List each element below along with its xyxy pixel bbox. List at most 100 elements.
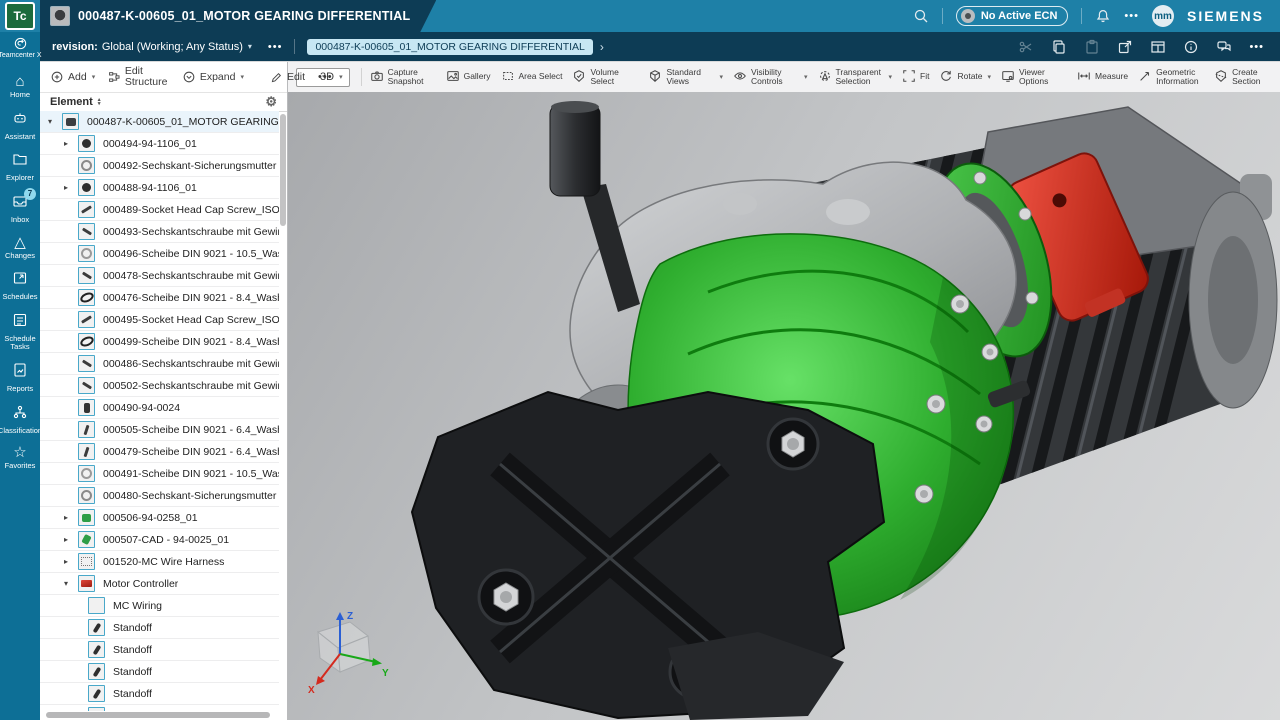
tree-row-partial[interactable] [40, 705, 279, 711]
visibility-controls-button[interactable]: Visibility Controls▾ [728, 62, 813, 92]
sidebar-item-classification[interactable]: Classification [0, 399, 40, 441]
tree-row[interactable]: Motor Controller [40, 573, 279, 595]
orientation-triad[interactable]: Z Y X [300, 606, 392, 694]
explorer-icon [12, 151, 28, 172]
tree-vertical-scrollbar[interactable] [280, 114, 286, 226]
open-in-icon[interactable] [1117, 39, 1133, 55]
tree-row[interactable]: 000479-Scheibe DIN 9021 - 6.4_Washer DIN… [40, 441, 279, 463]
tree-more-icon[interactable]: ••• [318, 71, 333, 83]
gallery-button[interactable]: Gallery [441, 62, 496, 92]
caret-collapsed-icon[interactable] [64, 535, 78, 544]
edit-button[interactable]: Edit [270, 71, 305, 84]
app-logo[interactable]: Tc [0, 0, 40, 32]
camera-icon [370, 69, 384, 85]
caret-collapsed-icon[interactable] [64, 183, 78, 192]
tree-column-header[interactable]: Element ▴▾ ⚙ [40, 93, 287, 112]
sidebar-item-schedule-tasks[interactable]: Schedule Tasks [0, 307, 40, 357]
tree-row[interactable]: 000492-Sechskant-Sicherungsmutter ISO 70… [40, 155, 279, 177]
measure-button[interactable]: Measure [1072, 62, 1133, 92]
tree-row[interactable]: 000486-Sechskantschraube mit Gewinde bis… [40, 353, 279, 375]
tree-row[interactable]: 000495-Socket Head Cap Screw_ISO_ISO 476… [40, 309, 279, 331]
layout-icon[interactable] [1150, 39, 1166, 55]
sidebar-item-assistant[interactable]: Assistant [0, 105, 40, 147]
caret-collapsed-icon[interactable] [64, 139, 78, 148]
transparent-selection-button[interactable]: Transparent Selection▾ [813, 62, 898, 92]
active-object-tab[interactable]: 000487-K-00605_01_MOTOR GEARING DIFFEREN… [40, 0, 436, 32]
user-avatar[interactable]: mm [1152, 5, 1174, 27]
tree-row[interactable]: 000494-94-1106_01 [40, 133, 279, 155]
inbox-badge: 7 [24, 188, 36, 200]
area-select-button[interactable]: Area Select [496, 62, 568, 92]
tree-row[interactable]: Standoff [40, 683, 279, 705]
tree-row[interactable]: 000480-Sechskant-Sicherungsmutter ISO 70… [40, 485, 279, 507]
info-icon[interactable] [1183, 39, 1199, 55]
expand-button[interactable]: Expand▾ [182, 70, 244, 84]
tree-row[interactable]: 000493-Sechskantschraube mit Gewinde bis… [40, 221, 279, 243]
tree-row[interactable]: 000487-K-00605_01_MOTOR GEARING DIFFEREN… [40, 111, 279, 133]
standard-views-button[interactable]: Standard Views▾ [643, 62, 728, 92]
3d-model[interactable] [288, 92, 1280, 720]
caret-expanded-icon[interactable] [64, 579, 78, 588]
tree-row[interactable]: 000505-Scheibe DIN 9021 - 6.4_Washer DIN… [40, 419, 279, 441]
motor-controller-icon [78, 575, 95, 592]
comments-icon[interactable] [1216, 39, 1232, 55]
chevron-down-icon: ▾ [804, 73, 808, 81]
copy-icon[interactable] [1051, 39, 1067, 55]
nut-icon [78, 487, 95, 504]
washer-icon [78, 465, 95, 482]
sidebar-item-inbox[interactable]: 7 Inbox [0, 188, 40, 230]
more-object-actions-icon[interactable]: ••• [1249, 41, 1264, 53]
revision-rule-selector[interactable]: Global (Working; Any Status) [102, 41, 243, 53]
search-icon[interactable] [913, 8, 929, 24]
tree-row[interactable]: 000476-Scheibe DIN 9021 - 8.4_Washer DIN… [40, 287, 279, 309]
volume-select-button[interactable]: Volume Select [567, 62, 643, 92]
tree-row[interactable]: 000499-Scheibe DIN 9021 - 8.4_Washer DIN… [40, 331, 279, 353]
add-button[interactable]: Add▾ [50, 70, 95, 84]
table-settings-gear-icon[interactable]: ⚙ [265, 94, 277, 110]
bracket-bolt [479, 570, 533, 624]
sidebar-item-reports[interactable]: Reports [0, 357, 40, 399]
more-actions-icon[interactable]: ••• [1124, 10, 1139, 22]
tree-row[interactable]: 000478-Sechskantschraube mit Gewinde bis… [40, 265, 279, 287]
tree-row[interactable]: 000490-94-0024 [40, 397, 279, 419]
viewer-options-button[interactable]: Viewer Options [996, 62, 1072, 92]
screw-icon [78, 311, 95, 328]
tree-row[interactable]: Standoff [40, 639, 279, 661]
tree-row[interactable]: 000502-Sechskantschraube mit Gewinde bis… [40, 375, 279, 397]
breadcrumb-more-icon[interactable]: ••• [268, 41, 283, 53]
caret-collapsed-icon[interactable] [64, 557, 78, 566]
viewer-canvas[interactable]: Z Y X [288, 92, 1280, 720]
ecn-status-pill[interactable]: No Active ECN [956, 6, 1069, 26]
notifications-bell-icon[interactable] [1095, 8, 1111, 24]
caret-collapsed-icon[interactable] [64, 513, 78, 522]
tree-row[interactable]: 000507-CAD - 94-0025_01 [40, 529, 279, 551]
tree-row[interactable]: 000491-Scheibe DIN 9021 - 10.5_Washer DI… [40, 463, 279, 485]
sidebar-item-schedules[interactable]: Schedules [0, 265, 40, 307]
sidebar-item-favorites[interactable]: ☆ Favorites [0, 440, 40, 476]
measure-icon [1077, 69, 1091, 85]
tree-row[interactable]: 000488-94-1106_01 [40, 177, 279, 199]
schedules-icon [12, 270, 28, 291]
edit-structure-button[interactable]: Edit Structure [108, 66, 169, 88]
tree-row[interactable]: 000496-Scheibe DIN 9021 - 10.5_Washer DI… [40, 243, 279, 265]
tree-horizontal-scrollbar[interactable] [46, 712, 270, 718]
geometric-information-button[interactable]: Geometric Information [1133, 62, 1209, 92]
tree-row[interactable]: 000506-94-0258_01 [40, 507, 279, 529]
rotate-button[interactable]: Rotate▾ [934, 62, 996, 92]
breadcrumb-chip[interactable]: 000487-K-00605_01_MOTOR GEARING DIFFEREN… [307, 39, 592, 55]
sidebar-item-explorer[interactable]: Explorer [0, 146, 40, 188]
tree-row[interactable]: 000489-Socket Head Cap Screw_ISO_ISO 476… [40, 199, 279, 221]
tree-row[interactable]: Standoff [40, 661, 279, 683]
sidebar-item-home[interactable]: ⌂ Home [0, 69, 40, 105]
create-section-button[interactable]: Create Section▾ [1209, 62, 1280, 92]
tree-row[interactable]: 001520-MC Wire Harness [40, 551, 279, 573]
tree-row[interactable]: MC Wiring [40, 595, 279, 617]
caret-expanded-icon[interactable] [48, 117, 62, 126]
home-icon: ⌂ [15, 74, 24, 89]
sidebar-item-changes[interactable]: △ Changes [0, 230, 40, 266]
classification-icon [12, 404, 28, 425]
capture-snapshot-button[interactable]: Capture Snapshot [365, 62, 441, 92]
workspace-switcher[interactable]: Teamcenter X [0, 32, 42, 69]
fit-button[interactable]: Fit [897, 62, 934, 92]
tree-row[interactable]: Standoff [40, 617, 279, 639]
